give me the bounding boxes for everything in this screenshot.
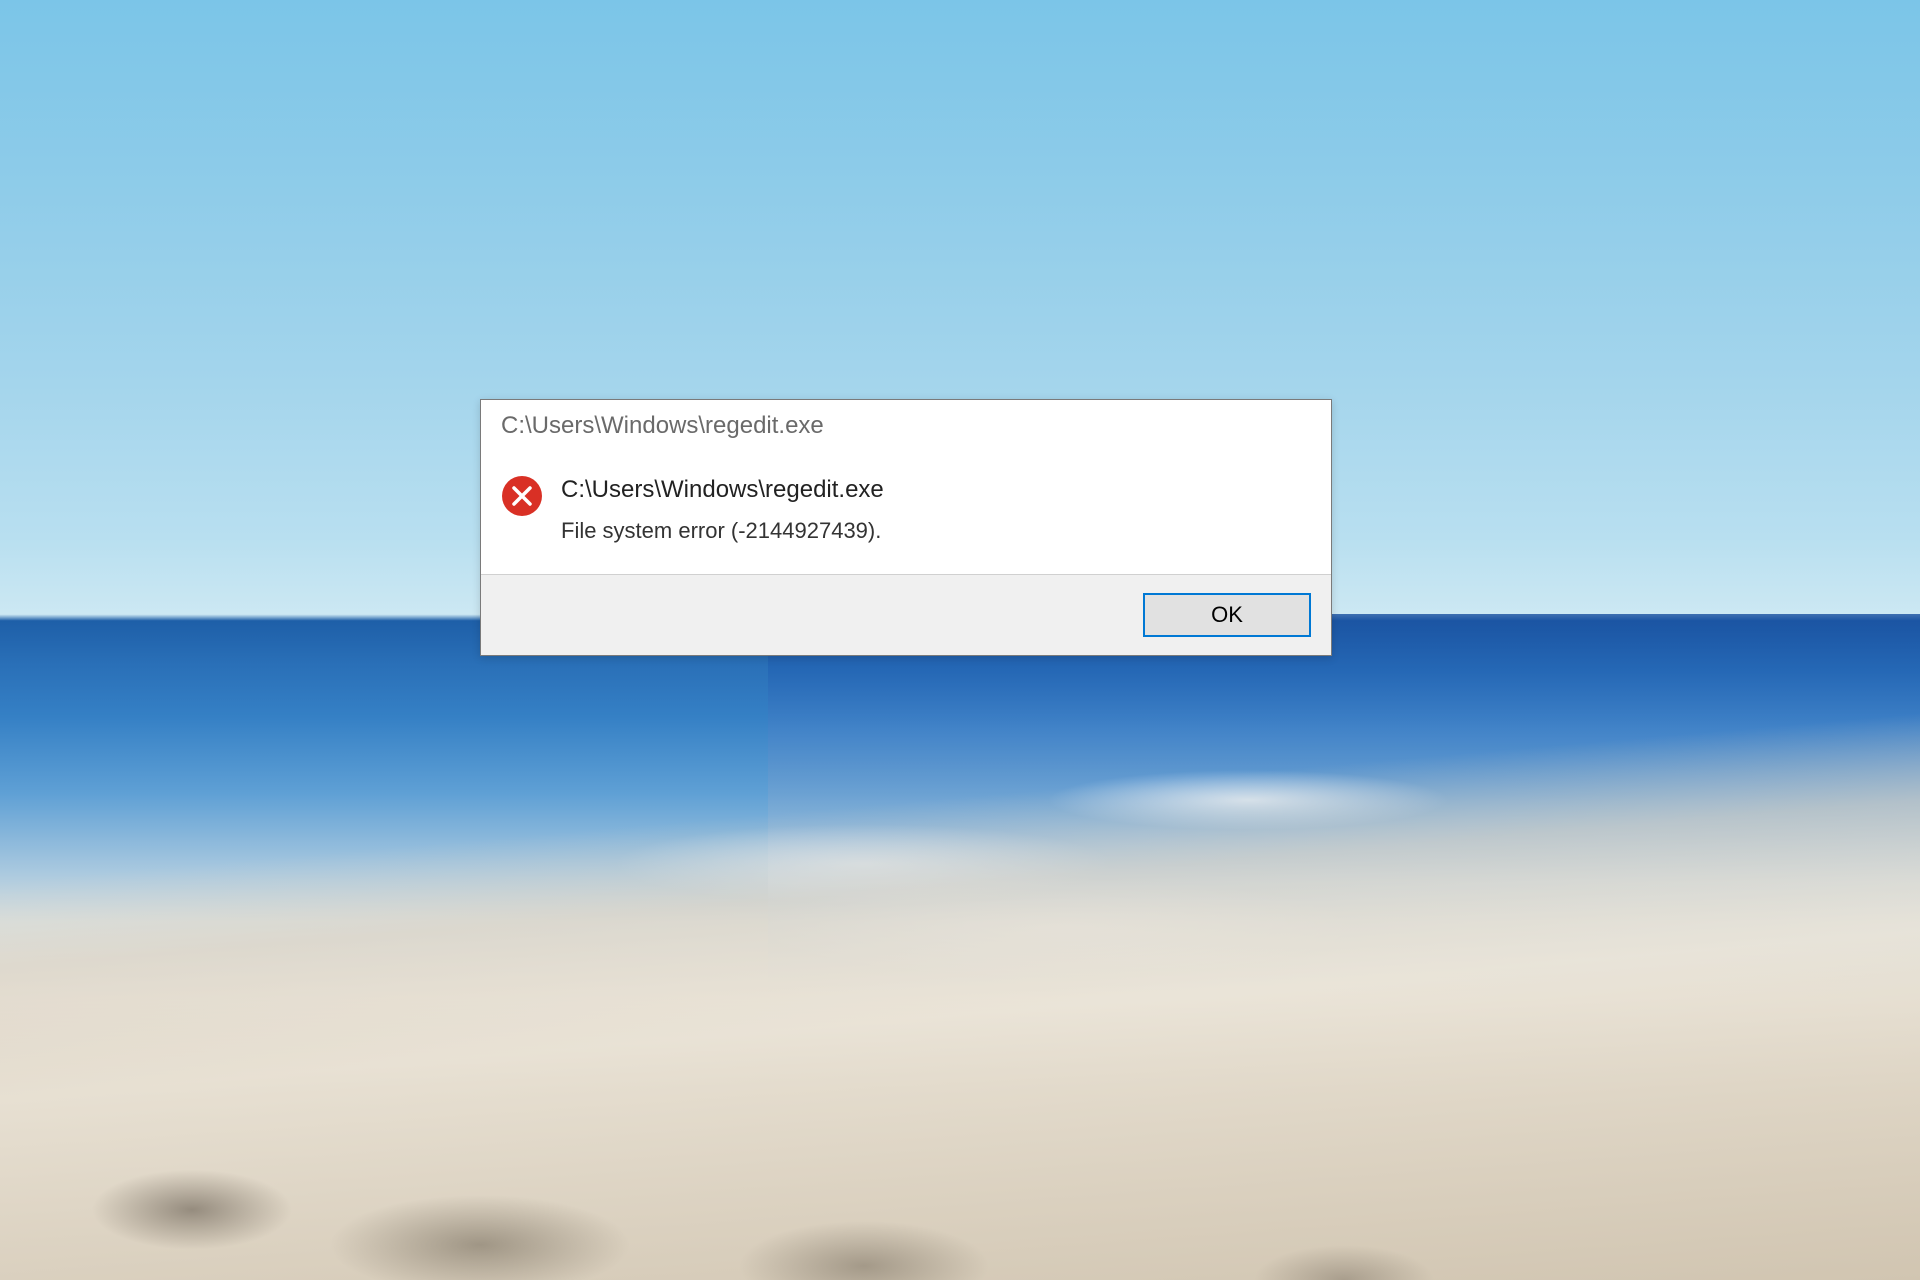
error-cross-icon	[501, 475, 543, 517]
dialog-titlebar[interactable]: C:\Users\Windows\regedit.exe	[481, 400, 1331, 448]
dialog-footer: OK	[481, 574, 1331, 655]
dialog-content: C:\Users\Windows\regedit.exe File system…	[561, 473, 1311, 544]
dialog-title: C:\Users\Windows\regedit.exe	[501, 412, 1311, 440]
error-dialog: C:\Users\Windows\regedit.exe C:\Users\Wi…	[480, 399, 1332, 656]
dialog-message: File system error (-2144927439).	[561, 518, 1311, 544]
dialog-heading: C:\Users\Windows\regedit.exe	[561, 476, 1311, 504]
dialog-body: C:\Users\Windows\regedit.exe File system…	[481, 448, 1331, 574]
ok-button[interactable]: OK	[1143, 593, 1311, 637]
wallpaper-beach	[0, 576, 1920, 1280]
